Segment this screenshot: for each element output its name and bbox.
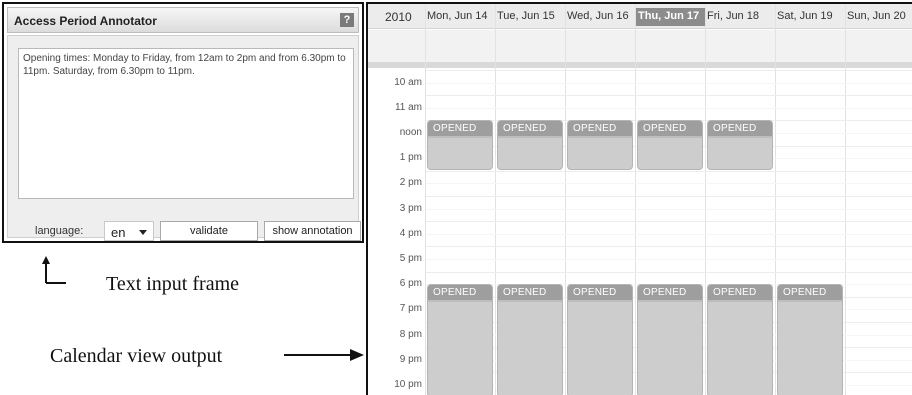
calendar-view: 2010 Mon, Jun 14 Tue, Jun 15 Wed, Jun 16 Th… xyxy=(366,2,912,395)
hour-label: 7 pm xyxy=(399,303,422,315)
annotator-title: Access Period Annotator xyxy=(14,14,157,28)
day-column-divider xyxy=(845,4,846,395)
hour-label: 9 pm xyxy=(399,353,422,365)
event-separator xyxy=(708,136,772,139)
opened-event[interactable]: OPENED xyxy=(777,284,843,395)
hour-label: 1 pm xyxy=(399,152,422,164)
opened-event[interactable]: OPENED xyxy=(707,120,773,170)
day-column-divider xyxy=(635,4,636,395)
opened-event[interactable]: OPENED xyxy=(637,284,703,395)
event-label: OPENED xyxy=(638,285,702,301)
event-separator xyxy=(428,136,492,139)
opened-event[interactable]: OPENED xyxy=(567,120,633,170)
all-day-separator xyxy=(368,62,912,68)
event-separator xyxy=(568,136,632,139)
event-label: OPENED xyxy=(708,285,772,301)
opened-event[interactable]: OPENED xyxy=(637,120,703,170)
hour-label: 5 pm xyxy=(399,253,422,264)
arrow-up-icon xyxy=(42,256,66,284)
event-separator xyxy=(498,300,562,303)
opened-event[interactable]: OPENED xyxy=(497,284,563,395)
hour-gridline xyxy=(426,70,912,71)
annotator-header: Access Period Annotator ? xyxy=(7,7,359,33)
event-label: OPENED xyxy=(498,285,562,301)
day-header[interactable]: Wed, Jun 16 xyxy=(567,10,637,22)
day-header[interactable]: Sun, Jun 20 xyxy=(847,10,912,22)
hour-label: 10 am xyxy=(394,76,422,88)
opened-event[interactable]: OPENED xyxy=(567,284,633,395)
event-label: OPENED xyxy=(638,121,702,137)
hour-gridline xyxy=(426,271,912,273)
event-label: OPENED xyxy=(778,285,842,301)
language-label: language: xyxy=(35,225,84,237)
hour-label: 2 pm xyxy=(399,177,422,189)
day-column-divider xyxy=(775,4,776,395)
hour-gridline xyxy=(426,170,912,172)
event-separator xyxy=(568,300,632,303)
hour-label: 4 pm xyxy=(399,227,422,239)
day-column-divider xyxy=(425,4,426,395)
day-header[interactable]: Tue, Jun 15 xyxy=(497,10,567,22)
caption-calendar-view-output: Calendar view output xyxy=(50,345,223,367)
day-column-divider xyxy=(565,4,566,395)
event-label: OPENED xyxy=(428,285,492,301)
annotator-controls: language: en validate show annotation xyxy=(8,219,361,241)
language-value: en xyxy=(111,225,126,240)
event-label: OPENED xyxy=(498,121,562,137)
page: Access Period Annotator ? Opening times:… xyxy=(0,0,912,395)
opened-event[interactable]: OPENED xyxy=(427,120,493,170)
event-separator xyxy=(778,300,842,303)
text-input-frame: Access Period Annotator ? Opening times:… xyxy=(2,2,364,243)
half-hour-gridline xyxy=(426,208,912,210)
day-column-divider xyxy=(495,4,496,395)
hour-gridline xyxy=(426,95,912,97)
day-header[interactable]: Fri, Jun 18 xyxy=(707,10,777,22)
hour-label: 11 am xyxy=(394,101,422,113)
event-label: OPENED xyxy=(428,121,492,137)
hour-label: noon xyxy=(399,127,422,138)
calendar-year: 2010 xyxy=(385,10,412,24)
hour-label: 6 pm xyxy=(399,278,422,290)
hour-label: 10 pm xyxy=(394,379,422,390)
language-select[interactable]: en xyxy=(104,221,154,241)
arrow-right-icon xyxy=(284,349,364,361)
hour-gridline xyxy=(426,246,912,248)
all-day-row[interactable] xyxy=(368,30,912,62)
event-label: OPENED xyxy=(568,121,632,137)
hour-gridline xyxy=(426,221,912,223)
half-hour-gridline xyxy=(426,259,912,260)
event-separator xyxy=(498,136,562,139)
event-label: OPENED xyxy=(708,121,772,137)
show-annotation-button[interactable]: show annotation xyxy=(264,221,361,241)
event-separator xyxy=(638,300,702,303)
event-separator xyxy=(428,300,492,303)
help-icon[interactable]: ? xyxy=(340,13,354,27)
opened-event[interactable]: OPENED xyxy=(427,284,493,395)
half-hour-gridline xyxy=(426,183,912,185)
opened-event[interactable]: OPENED xyxy=(497,120,563,170)
annotator-body: Opening times: Monday to Friday, from 12… xyxy=(7,35,361,241)
caption-text-input-frame: Text input frame xyxy=(106,273,239,295)
hour-label: 3 pm xyxy=(399,202,422,214)
half-hour-gridline xyxy=(426,233,912,235)
day-column-divider xyxy=(705,4,706,395)
day-header[interactable]: Mon, Jun 14 xyxy=(427,10,497,22)
opened-event[interactable]: OPENED xyxy=(707,284,773,395)
day-header[interactable]: Thu, Jun 17 xyxy=(636,8,706,26)
day-header[interactable]: Sat, Jun 19 xyxy=(777,10,847,22)
opening-times-input[interactable]: Opening times: Monday to Friday, from 12… xyxy=(18,48,354,199)
half-hour-gridline xyxy=(426,107,912,109)
event-label: OPENED xyxy=(568,285,632,301)
event-separator xyxy=(638,136,702,139)
event-separator xyxy=(708,300,772,303)
hour-gridline xyxy=(426,196,912,197)
hour-label: 8 pm xyxy=(399,328,422,340)
validate-button[interactable]: validate xyxy=(160,221,258,241)
calendar-header: 2010 Mon, Jun 14 Tue, Jun 15 Wed, Jun 16 Th… xyxy=(368,4,912,29)
chevron-down-icon xyxy=(139,230,147,235)
half-hour-gridline xyxy=(426,82,912,84)
